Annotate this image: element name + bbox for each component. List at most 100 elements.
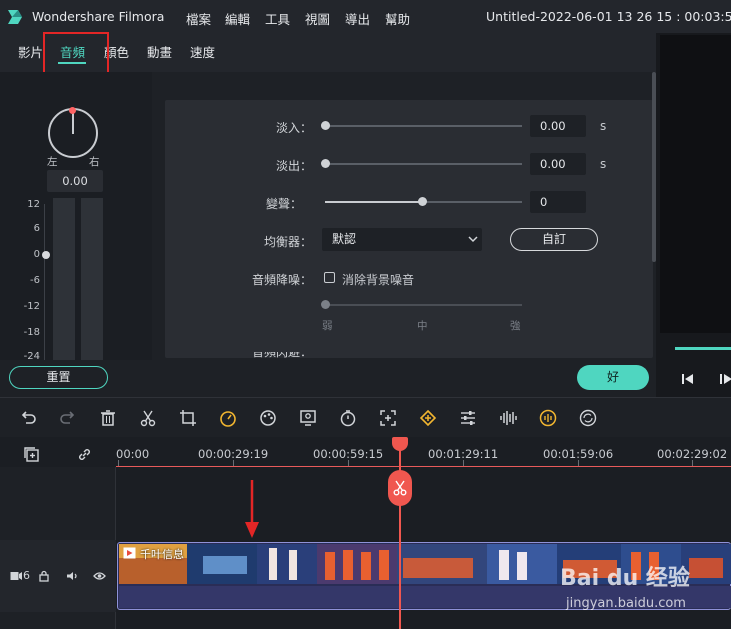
lock-icon[interactable] [39,570,49,582]
adjust-icon[interactable] [459,409,477,427]
db-tick: -12 [23,301,40,312]
denoise-slider-knob[interactable] [321,300,330,309]
speed-icon[interactable] [219,409,237,427]
fade-in-slider[interactable] [325,125,522,127]
speaker-icon[interactable] [66,571,78,581]
menu-view[interactable]: 視圖 [305,9,330,28]
fade-out-slider-knob[interactable] [321,159,330,168]
play-button[interactable] [719,373,731,389]
denoise-checkbox-label: 消除背景噪音 [342,273,415,287]
equalizer-custom-button[interactable]: 自訂 [510,228,598,251]
undo-icon[interactable] [19,409,37,427]
audio-wave-icon[interactable] [499,409,517,427]
previous-frame-icon [682,374,693,384]
db-tick: 0 [33,249,40,260]
menu-file[interactable]: 檔案 [186,9,211,28]
add-track-icon[interactable] [23,446,40,463]
fade-out-label: 淡出： [275,159,312,173]
equalizer-select[interactable]: 默認 [322,228,482,251]
timecode-label: 00:00:29:19 [198,447,269,461]
preview-screen [660,35,731,333]
pitch-label: 變聲： [265,197,302,211]
timecode-label: 00:01:29:11 [428,447,499,461]
db-tick: -6 [30,275,40,286]
zoom-fit-icon[interactable] [379,409,397,427]
ducking-label-partial: 音頻閃避： [222,352,312,358]
play-icon [720,374,731,384]
fade-in-input[interactable]: 0.00 [530,115,586,137]
baidu-watermark-url: jingyan.baidu.com [566,596,686,611]
pitch-input[interactable]: 0 [530,191,586,213]
reset-button[interactable]: 重置 [9,366,108,389]
delete-icon[interactable] [99,409,117,427]
color-icon[interactable] [259,409,277,427]
pan-knob-pointer [72,112,74,134]
menu-export[interactable]: 導出 [345,9,370,28]
fade-in-slider-knob[interactable] [321,121,330,130]
fade-in-label: 淡入： [275,121,312,135]
pan-knob-dot [69,107,76,114]
tab-animation[interactable]: 動畫 [147,42,172,61]
playhead-line[interactable] [399,437,401,629]
equalizer-selected-value: 默認 [332,232,357,246]
chevron-down-icon [468,236,478,243]
empty-track-area [116,467,731,540]
redo-icon[interactable] [59,409,77,427]
menu-tools[interactable]: 工具 [265,9,290,28]
ok-button[interactable]: 好 [577,365,649,390]
volume-axis [44,204,45,360]
vu-meter-left [53,198,75,360]
denoise-label: 音頻降噪： [251,273,312,287]
menu-edit[interactable]: 編輯 [225,9,250,28]
auto-sync-icon[interactable] [579,409,597,427]
timecode-label: 00:00:59:15 [313,447,384,461]
green-screen-icon[interactable] [299,409,317,427]
tab-video[interactable]: 影片 [18,42,43,61]
app-name: Wondershare Filmora [32,9,165,24]
volume-handle[interactable] [42,251,50,259]
crop-icon[interactable] [179,409,197,427]
document-title: Untitled-2022-06-01 13 26 15 : 00:03:56:… [486,9,731,24]
denoise-medium-label: 中 [417,320,428,332]
scissors-icon [393,480,407,496]
db-tick: 6 [33,223,40,234]
timer-icon[interactable] [339,409,357,427]
pan-left-label: 左 [47,156,58,168]
preview-progress-bar[interactable] [675,347,731,350]
keyframe-icon[interactable] [419,409,437,427]
db-tick: -24 [23,351,40,362]
db-tick: 12 [27,199,40,210]
vu-meter-right [81,198,103,360]
menu-help[interactable]: 幫助 [385,9,410,28]
equalizer-label: 均衡器： [263,235,312,249]
fade-out-input[interactable]: 0.00 [530,153,586,175]
denoise-checkbox[interactable] [324,272,335,283]
fade-out-slider[interactable] [325,163,522,165]
timecode-label: 00:00 [116,447,150,461]
filmora-logo-icon [8,10,22,24]
timecode-label: 00:02:29:02 [657,447,728,461]
denoise-strong-label: 強 [510,320,521,332]
link-icon[interactable] [76,446,93,463]
playhead-split-button[interactable] [388,470,412,506]
fade-out-unit: s [600,157,607,171]
denoise-weak-label: 弱 [322,320,333,332]
pan-right-label: 右 [89,156,100,168]
clip-play-icon [123,547,136,559]
timecode-label: 00:01:59:06 [543,447,614,461]
pitch-slider-fill [325,201,422,203]
baidu-watermark: Bai du 经验 [560,566,690,591]
tab-speed[interactable]: 速度 [190,42,215,61]
audio-stretch-icon[interactable] [539,409,557,427]
fade-in-unit: s [600,119,607,133]
pan-value[interactable]: 0.00 [47,170,103,192]
denoise-slider[interactable] [325,304,522,306]
video-track-icon [10,572,22,580]
arrow-down-annotation-icon [245,480,259,538]
eye-icon[interactable] [93,571,106,581]
pitch-slider-knob[interactable] [418,197,427,206]
cut-icon[interactable] [139,409,157,427]
previous-frame-button[interactable] [681,373,695,389]
clip-title: 千叶信息 [140,548,184,561]
track-number: 6 [23,569,30,582]
